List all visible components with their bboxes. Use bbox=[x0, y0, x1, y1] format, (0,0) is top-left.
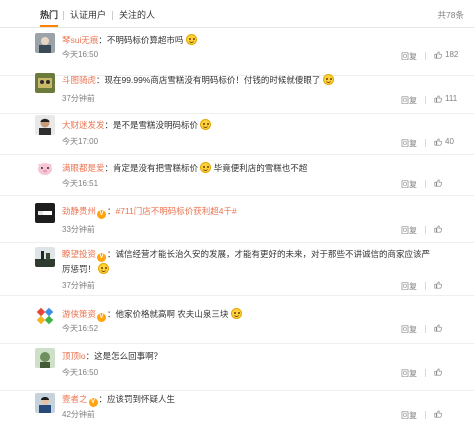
verified-badge-icon: V bbox=[88, 398, 98, 407]
verified-badge-icon: V bbox=[97, 313, 107, 322]
comment-actions: 回复 bbox=[401, 368, 462, 379]
smile-emoji-icon bbox=[185, 34, 197, 45]
thumbs-up-icon bbox=[434, 368, 442, 376]
reply-button[interactable]: 回复 bbox=[401, 180, 417, 190]
username-link[interactable]: 壹者之 bbox=[62, 394, 88, 404]
comment-time: 37分钟前 bbox=[62, 281, 95, 290]
comment-item: 劲静贵州 V ：#711门店不明码标价获利超4千# 33分钟前 回复 bbox=[0, 195, 474, 243]
like-button[interactable] bbox=[434, 410, 462, 418]
reply-button[interactable]: 回复 bbox=[401, 226, 417, 236]
username-link[interactable]: 游侠策资 bbox=[62, 309, 96, 319]
tab-divider bbox=[63, 11, 64, 20]
like-button[interactable]: 111 bbox=[434, 94, 462, 104]
like-count: 40 bbox=[445, 137, 454, 146]
thumbs-up-icon bbox=[434, 410, 442, 418]
like-button[interactable]: 40 bbox=[434, 137, 462, 147]
comment-time: 今天16:50 bbox=[62, 368, 99, 377]
comment-filter-tabs: 热门 认证用户 关注的人 共78条 bbox=[0, 0, 474, 28]
comment-text: 不明码标价算超市吗 bbox=[106, 35, 184, 45]
comment-actions: 回复 bbox=[401, 225, 462, 236]
comment-text: 诚信经营才能长治久安的发展，才能有更好的未来，对于那些不讲诚信的商家应该严厉惩罚… bbox=[62, 249, 431, 274]
comment-actions: 回复 bbox=[401, 410, 462, 421]
reply-button[interactable]: 回复 bbox=[401, 411, 417, 421]
like-button[interactable] bbox=[434, 281, 462, 289]
username-link[interactable]: 瞭望投资 bbox=[62, 249, 96, 259]
username-link[interactable]: 大财迷发发 bbox=[62, 120, 105, 130]
thumbs-up-icon bbox=[434, 179, 442, 187]
comment-text: 他家价格就高啊 农夫山泉三块 bbox=[115, 309, 229, 319]
reply-button[interactable]: 回复 bbox=[401, 325, 417, 335]
comment-time: 42分钟前 bbox=[62, 410, 95, 419]
comment-text: 现在99.99%商店雪糕没有明码标价！付钱的时候就傻眼了 bbox=[104, 75, 321, 85]
smile-emoji-icon bbox=[98, 263, 110, 274]
doge-emoji-icon bbox=[200, 162, 212, 173]
comment-actions: 回复 111 bbox=[401, 94, 462, 106]
username-link[interactable]: 满眼都是爱 bbox=[62, 163, 105, 173]
reply-button[interactable]: 回复 bbox=[401, 369, 417, 379]
comment-item: 瞭望投资 V ：诚信经营才能长治久安的发展，才能有更好的未来，对于那些不讲诚信的商家… bbox=[0, 240, 474, 296]
reply-button[interactable]: 回复 bbox=[401, 96, 417, 106]
comment-text: 肯定是没有把雪糕标价 bbox=[113, 163, 199, 173]
avatar[interactable] bbox=[35, 33, 55, 53]
comment-item: 游侠策资 V ：他家价格就高啊 农夫山泉三块 今天16:52 回复 bbox=[0, 296, 474, 344]
avatar[interactable] bbox=[35, 348, 55, 368]
like-count: 182 bbox=[445, 50, 459, 59]
tab-divider bbox=[112, 11, 113, 20]
comment-actions: 回复 bbox=[401, 281, 462, 292]
username-link[interactable]: 顶顶lo bbox=[62, 351, 86, 361]
comment-item: 壹者之 V ：应该罚到怀疑人生 42分钟前 回复 bbox=[0, 387, 474, 437]
avatar[interactable] bbox=[35, 393, 55, 413]
username-link[interactable]: 琴sui无痕 bbox=[62, 35, 98, 45]
comment-text-continued: 毕竟便利店的雪糕也不超 bbox=[213, 163, 308, 173]
comment-item: 顶顶lo：这是怎么回事啊？ 今天16:50 回复 bbox=[0, 343, 474, 391]
thumbs-up-icon bbox=[434, 324, 442, 332]
avatar[interactable] bbox=[35, 203, 55, 223]
smile-emoji-icon bbox=[230, 308, 242, 319]
comment-text: 应该罚到怀疑人生 bbox=[107, 394, 176, 404]
comment-time: 33分钟前 bbox=[62, 225, 95, 234]
comment-actions: 回复 bbox=[401, 324, 462, 335]
hashtag-link[interactable]: #711门店不明码标价获利超4千# bbox=[116, 206, 237, 216]
active-tab-indicator bbox=[40, 25, 58, 27]
reply-button[interactable]: 回复 bbox=[401, 52, 417, 62]
avatar[interactable] bbox=[35, 306, 55, 326]
tab-hot[interactable]: 热门 bbox=[40, 10, 58, 21]
like-count: 111 bbox=[445, 94, 458, 103]
thumbs-up-icon bbox=[434, 95, 442, 103]
username-link[interactable]: 斗图骑虎 bbox=[62, 75, 96, 85]
comment-total-count: 共78条 bbox=[437, 10, 464, 20]
avatar[interactable] bbox=[35, 158, 55, 178]
thumbs-up-icon bbox=[434, 138, 442, 146]
tab-verified-users[interactable]: 认证用户 bbox=[70, 10, 106, 21]
comment-text: 这是怎么回事啊？ bbox=[94, 351, 163, 361]
smile-emoji-icon bbox=[200, 119, 212, 130]
comment-actions: 回复 bbox=[401, 179, 462, 190]
avatar[interactable] bbox=[35, 73, 55, 93]
comment-time: 今天16:50 bbox=[62, 50, 99, 59]
comment-time: 今天17:00 bbox=[62, 137, 99, 146]
thumbs-up-icon bbox=[434, 51, 442, 59]
thumbs-up-icon bbox=[434, 281, 442, 289]
avatar[interactable] bbox=[35, 247, 55, 267]
thumbs-up-icon bbox=[434, 225, 442, 233]
verified-badge-icon: V bbox=[97, 210, 107, 219]
comment-text: 是不是雪糕没明码标价 bbox=[113, 120, 199, 130]
reply-button[interactable]: 回复 bbox=[401, 282, 417, 292]
like-button[interactable] bbox=[434, 179, 462, 187]
avatar[interactable] bbox=[35, 115, 55, 135]
verified-badge-icon: V bbox=[97, 253, 107, 262]
comment-time: 今天16:51 bbox=[62, 179, 99, 188]
tab-following[interactable]: 关注的人 bbox=[119, 10, 155, 21]
like-button[interactable] bbox=[434, 225, 462, 233]
like-button[interactable]: 182 bbox=[434, 50, 462, 60]
comment-actions: 回复 182 bbox=[401, 50, 462, 62]
username-link[interactable]: 劲静贵州 bbox=[62, 206, 96, 216]
comment-item: 满眼都是爱：肯定是没有把雪糕标价 毕竟便利店的雪糕也不超 今天16:51 回复 bbox=[0, 148, 474, 196]
like-button[interactable] bbox=[434, 324, 462, 332]
like-button[interactable] bbox=[434, 368, 462, 376]
comment-time: 37分钟前 bbox=[62, 94, 95, 103]
comment-time: 今天16:52 bbox=[62, 324, 99, 333]
smile-emoji-icon bbox=[322, 74, 334, 85]
